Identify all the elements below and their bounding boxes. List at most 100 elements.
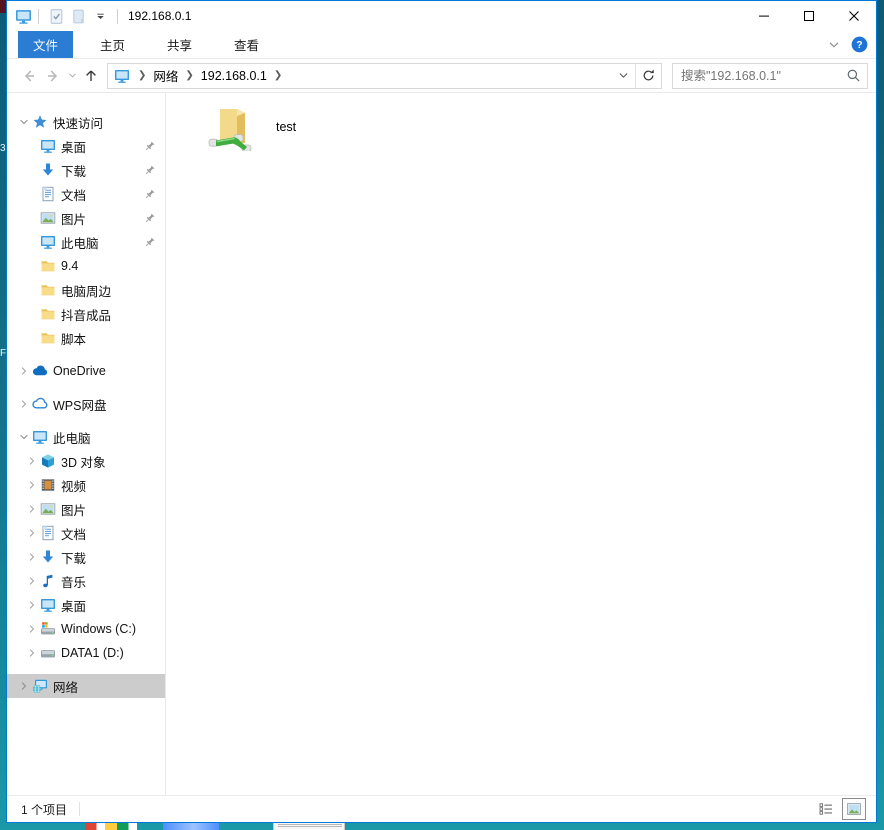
chevron-right-icon[interactable]: [17, 398, 31, 410]
divider: [79, 802, 81, 816]
computer-icon: [31, 429, 49, 445]
sidebar-item-documents-pc[interactable]: 文档: [7, 521, 165, 545]
window-title: 192.168.0.1: [128, 9, 192, 23]
search-box[interactable]: [672, 62, 868, 89]
chevron-right-icon[interactable]: [17, 680, 31, 692]
chevron-right-icon[interactable]: [25, 575, 39, 587]
desktop-icon: [39, 138, 57, 154]
chevron-down-icon[interactable]: [17, 116, 31, 128]
sidebar-item-data1-d[interactable]: DATA1 (D:): [7, 641, 165, 665]
breadcrumb-host[interactable]: 192.168.0.1: [197, 69, 271, 83]
properties-button[interactable]: [45, 5, 67, 27]
sidebar-item-videos[interactable]: 视频: [7, 473, 165, 497]
expand-ribbon-chevron-icon[interactable]: [827, 38, 841, 52]
chevron-right-icon[interactable]: [17, 365, 31, 377]
3d-cube-icon: [39, 453, 57, 469]
sidebar-item-network[interactable]: 网络: [7, 674, 165, 698]
chevron-right-icon[interactable]: [25, 527, 39, 539]
desktop-backdrop: 3 F 192.168.0.1 文件 主页 共享 查看 ❯ 网络 ❯ 192.1…: [0, 0, 884, 830]
refresh-icon[interactable]: [635, 63, 661, 88]
forward-button[interactable]: [41, 63, 65, 89]
search-icon[interactable]: [846, 68, 861, 83]
sidebar-item-downloads-pc[interactable]: 下载: [7, 545, 165, 569]
computer-icon: [39, 234, 57, 250]
computer-icon: [15, 8, 32, 25]
new-item-button[interactable]: [67, 5, 89, 27]
folder-icon: [39, 330, 57, 346]
sidebar-item-desktop-pc[interactable]: 桌面: [7, 593, 165, 617]
sidebar-item-onedrive[interactable]: OneDrive: [7, 359, 165, 383]
download-icon: [39, 162, 57, 178]
pictures-icon: [39, 501, 57, 517]
wps-cloud-icon: [31, 396, 49, 412]
desktop-icon: [39, 597, 57, 613]
address-bar[interactable]: ❯ 网络 ❯ 192.168.0.1 ❯: [107, 62, 662, 89]
explorer-window: 192.168.0.1 文件 主页 共享 查看 ❯ 网络 ❯ 192.168.0…: [6, 0, 877, 823]
sidebar-item-downloads[interactable]: 下载: [7, 158, 165, 182]
pin-icon: [143, 212, 156, 225]
up-button[interactable]: [79, 63, 103, 89]
large-icons-view-button[interactable]: [842, 798, 866, 820]
sidebar-item-scripts[interactable]: 脚本: [7, 326, 165, 350]
help-icon[interactable]: [851, 36, 868, 53]
maximize-button[interactable]: [786, 1, 831, 31]
chevron-down-icon[interactable]: [17, 431, 31, 443]
breadcrumb-separator: ❯: [185, 70, 194, 81]
title-bar: 192.168.0.1: [7, 1, 876, 31]
divider: [117, 8, 118, 24]
pictures-icon: [39, 210, 57, 226]
sidebar-item-douyin-products[interactable]: 抖音成品: [7, 302, 165, 326]
minimize-button[interactable]: [741, 1, 786, 31]
breadcrumb-separator: ❯: [273, 70, 283, 81]
music-note-icon: [39, 573, 57, 589]
close-button[interactable]: [831, 1, 876, 31]
file-item-test[interactable]: test: [207, 101, 437, 153]
item-count: 1 个项目: [21, 802, 68, 817]
tab-view[interactable]: 查看: [219, 31, 274, 58]
chevron-right-icon[interactable]: [25, 623, 39, 635]
chevron-right-icon[interactable]: [25, 647, 39, 659]
tab-share[interactable]: 共享: [152, 31, 207, 58]
sidebar-item-quick-access[interactable]: 快速访问: [7, 110, 165, 134]
sidebar-item-computer-peripherals[interactable]: 电脑周边: [7, 278, 165, 302]
customize-toolbar-dropdown[interactable]: [89, 5, 111, 27]
video-film-icon: [39, 477, 57, 493]
chevron-right-icon[interactable]: [25, 479, 39, 491]
file-list-pane[interactable]: test: [166, 93, 876, 795]
sidebar-item-music[interactable]: 音乐: [7, 569, 165, 593]
sidebar-item-documents[interactable]: 文档: [7, 182, 165, 206]
details-view-button[interactable]: [814, 798, 838, 820]
pin-icon: [143, 140, 156, 153]
document-icon: [39, 525, 57, 541]
file-item-label: test: [276, 120, 297, 134]
folder-icon: [39, 306, 57, 322]
tab-home[interactable]: 主页: [85, 31, 140, 58]
recent-locations-dropdown[interactable]: [65, 63, 79, 89]
back-button[interactable]: [17, 63, 41, 89]
chevron-right-icon[interactable]: [25, 455, 39, 467]
address-row: ❯ 网络 ❯ 192.168.0.1 ❯: [7, 59, 876, 93]
download-icon: [39, 549, 57, 565]
document-icon: [39, 186, 57, 202]
divider: [38, 8, 39, 24]
breadcrumb-network[interactable]: 网络: [149, 66, 182, 85]
address-dropdown-chevron[interactable]: [611, 64, 635, 88]
sidebar-item-windows-c[interactable]: Windows (C:): [7, 617, 165, 641]
sidebar-item-wps-cloud[interactable]: WPS网盘: [7, 392, 165, 416]
sidebar-item-this-pc-pinned[interactable]: 此电脑: [7, 230, 165, 254]
tab-file[interactable]: 文件: [18, 31, 74, 58]
chevron-right-icon[interactable]: [25, 599, 39, 611]
sidebar-item-pictures-pc[interactable]: 图片: [7, 497, 165, 521]
sidebar-item-desktop[interactable]: 桌面: [7, 134, 165, 158]
pin-icon: [143, 236, 156, 249]
sidebar-item-9-4[interactable]: 9.4: [7, 254, 165, 278]
search-input[interactable]: [681, 68, 846, 83]
sidebar-item-3d-objects[interactable]: 3D 对象: [7, 449, 165, 473]
ribbon-tab-row: 文件 主页 共享 查看: [7, 31, 876, 59]
sidebar-item-pictures[interactable]: 图片: [7, 206, 165, 230]
chevron-right-icon[interactable]: [25, 551, 39, 563]
chevron-right-icon[interactable]: [25, 503, 39, 515]
folder-icon: [39, 258, 57, 274]
pin-icon: [143, 188, 156, 201]
sidebar-item-this-pc[interactable]: 此电脑: [7, 425, 165, 449]
